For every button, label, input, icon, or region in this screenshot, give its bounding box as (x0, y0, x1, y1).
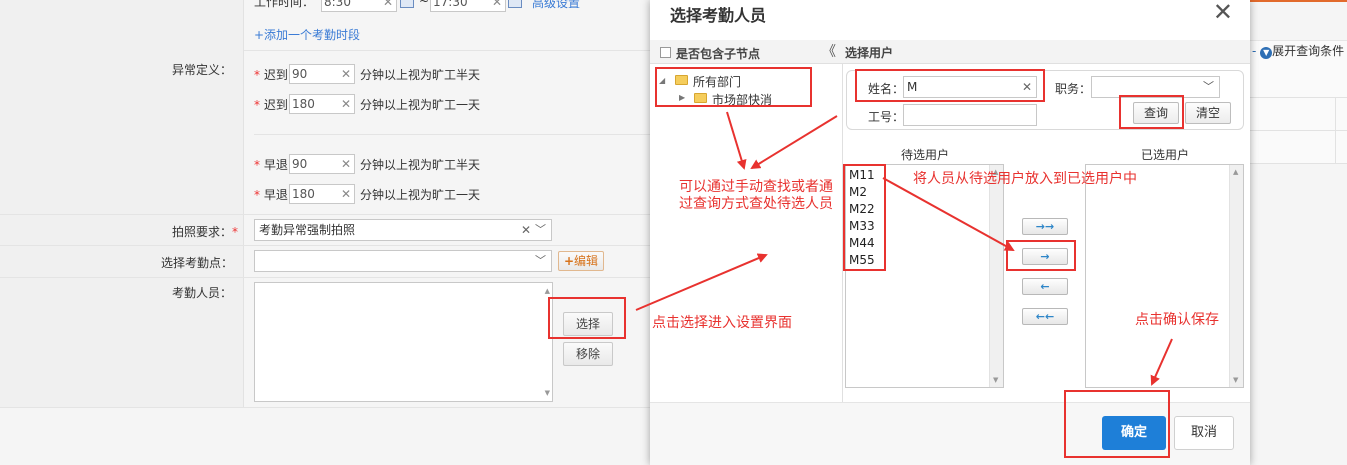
highlight-query-button (1119, 95, 1184, 129)
time-tilde: ~ (419, 0, 430, 8)
divider (1335, 97, 1336, 164)
cancel-button[interactable]: 取消 (1174, 416, 1234, 450)
early-half-day-suffix: 分钟以上视为旷工半天 (360, 158, 481, 172)
employee-id-label: 工号： (868, 110, 905, 124)
selected-users-title: 已选用户 (1141, 148, 1190, 162)
late-full-day-input[interactable]: 180 ✕ (289, 94, 355, 114)
expand-query-link[interactable]: - ▼ 展开查询条件 (1252, 42, 1344, 59)
tree-header: 是否包含子节点 《 (650, 40, 843, 64)
work-start-input[interactable]: 8:30 ✕ (321, 0, 397, 12)
divider (244, 50, 650, 51)
work-end-input[interactable]: 17:30 ✕ (430, 0, 506, 12)
expand-icon: ▼ (1260, 47, 1273, 59)
late-half-day-input[interactable]: 90 ✕ (289, 64, 355, 84)
early-full-day-input[interactable]: 180 ✕ (289, 184, 355, 204)
late-half-day-suffix: 分钟以上视为旷工半天 (360, 68, 481, 82)
pending-users-title: 待选用户 (901, 148, 950, 162)
person-label: 考勤人员： (172, 286, 233, 300)
highlight-select-button (548, 297, 626, 339)
chevron-down-icon: ﹀ (1203, 80, 1214, 93)
early-row-1: * 早退 (254, 158, 288, 172)
divider (0, 407, 650, 408)
collapse-icon[interactable]: 《 (822, 41, 836, 61)
include-children-label: 是否包含子节点 (676, 47, 761, 61)
late-row-1: * 迟到 (254, 68, 288, 82)
scroll-up-icon[interactable]: ▲ (545, 287, 550, 295)
annotation-move: 将人员从待选用户放入到已选用户中 (913, 171, 1137, 187)
add-period-link[interactable]: +添加一个考勤时段 (254, 26, 360, 43)
highlight-tree (655, 67, 812, 107)
annotation-confirm: 点击确认保存 (1135, 312, 1219, 328)
remove-person-button[interactable]: 移除 (563, 342, 613, 366)
divider (0, 277, 650, 278)
top-accent-bar (1250, 0, 1347, 2)
divider (0, 214, 650, 215)
anomaly-label: 异常定义： (172, 63, 233, 77)
attendance-persons-textarea[interactable]: ▲ ▼ (254, 282, 553, 402)
divider (1250, 163, 1347, 164)
move-all-right-button[interactable]: →→ (1022, 218, 1068, 235)
attendance-point-select[interactable]: ﹀ (254, 250, 552, 272)
work-time-label: 工作时间： (254, 0, 315, 9)
include-children-checkbox[interactable] (660, 47, 671, 58)
highlight-confirm-button (1064, 390, 1170, 458)
photo-label: 拍照要求：* (172, 225, 239, 239)
divider (0, 245, 650, 246)
select-user-header: 选择用户 (843, 40, 1250, 64)
point-label: 选择考勤点： (161, 256, 234, 270)
calendar-icon[interactable] (508, 0, 522, 8)
scroll-down-icon[interactable]: ▼ (1233, 376, 1238, 384)
selected-users-list[interactable]: ▲ ▼ (1085, 164, 1244, 388)
divider (1250, 97, 1347, 98)
scrollbar[interactable]: ▲ ▼ (989, 165, 1003, 387)
early-half-day-input[interactable]: 90 ✕ (289, 154, 355, 174)
annotation-search: 可以通过手动查找或者通过查询方式查处待选人员 (679, 179, 833, 212)
highlight-move-button (1006, 240, 1076, 271)
move-left-button[interactable]: ← (1022, 278, 1068, 295)
employee-id-input[interactable] (903, 104, 1037, 126)
close-icon[interactable]: ✕ (1213, 0, 1233, 24)
dialog-title: 选择考勤人员 (670, 6, 767, 25)
divider (254, 134, 650, 135)
scrollbar[interactable]: ▲ ▼ (1229, 165, 1243, 387)
early-full-day-suffix: 分钟以上视为旷工一天 (360, 188, 481, 202)
divider (1250, 130, 1347, 131)
late-row-2: * 迟到 (254, 98, 288, 112)
edit-button[interactable]: +编辑 (558, 251, 604, 271)
scroll-up-icon[interactable]: ▲ (1233, 168, 1238, 176)
highlight-name-field (855, 69, 1045, 102)
advanced-settings-link[interactable]: 高级设置 (532, 0, 580, 11)
early-row-2: * 早退 (254, 188, 288, 202)
scroll-down-icon[interactable]: ▼ (993, 376, 998, 384)
highlight-pending-users (843, 164, 886, 271)
late-full-day-suffix: 分钟以上视为旷工一天 (360, 98, 481, 112)
select-user-title: 选择用户 (845, 46, 894, 60)
move-all-left-button[interactable]: ←← (1022, 308, 1068, 325)
photo-requirement-select[interactable]: 考勤异常强制拍照 ✕ ﹀ (254, 219, 552, 241)
calendar-icon[interactable] (400, 0, 414, 8)
scroll-down-icon[interactable]: ▼ (545, 389, 550, 397)
annotation-select: 点击选择进入设置界面 (652, 315, 792, 331)
position-label: 职务： (1055, 82, 1092, 96)
clear-button[interactable]: 清空 (1185, 102, 1231, 124)
